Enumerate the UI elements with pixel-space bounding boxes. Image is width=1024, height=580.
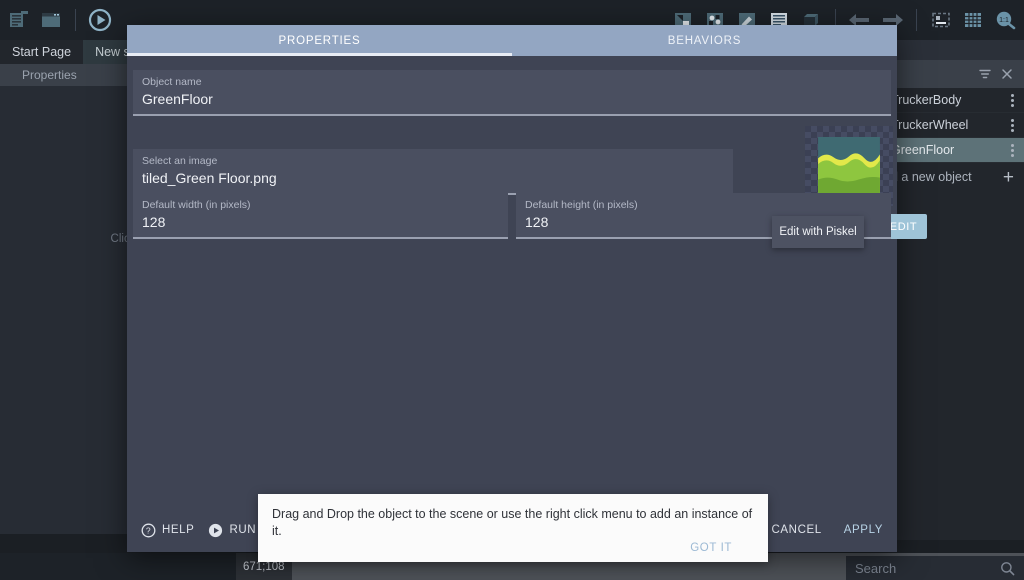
question-circle-icon: ?: [141, 523, 156, 538]
object-name-label: TruckerBody: [891, 93, 962, 107]
object-name-label: TruckerWheel: [891, 118, 969, 132]
svg-text:?: ?: [146, 525, 151, 535]
object-name-field[interactable]: Object name GreenFloor: [133, 70, 891, 116]
help-button[interactable]: ? HELP: [141, 523, 194, 538]
dialog-footer-actions: CANCEL APPLY: [772, 524, 884, 536]
toolbar-divider-3: [916, 9, 917, 31]
tab-properties[interactable]: PROPERTIES: [127, 25, 512, 56]
play-preview-icon[interactable]: [87, 7, 113, 33]
editor-tab-label: Start Page: [12, 45, 72, 59]
select-image-field[interactable]: Select an image tiled_Green Floor.png: [133, 149, 733, 195]
dialog-tab-bar: PROPERTIES BEHAVIORS: [127, 25, 897, 56]
object-name-label: Object name: [142, 76, 202, 88]
status-bar-left: [0, 553, 236, 580]
projects-icon[interactable]: [6, 7, 32, 33]
add-new-object-label: d a new object: [891, 170, 972, 184]
tab-behaviors-label: BEHAVIORS: [667, 34, 742, 47]
default-height-label: Default height (in pixels): [525, 199, 638, 211]
toolbar-divider: [75, 9, 76, 31]
add-new-object-button[interactable]: d a new object +: [885, 163, 1024, 191]
more-options-icon[interactable]: [1007, 93, 1018, 107]
scene-window-icon[interactable]: [38, 7, 64, 33]
svg-text:1:1: 1:1: [999, 17, 1009, 24]
zoom-to-fit-icon[interactable]: [928, 7, 954, 33]
plus-icon: +: [1002, 166, 1014, 188]
toolbar-left-group: [0, 7, 113, 33]
dialog-body: Object name GreenFloor Select an image t…: [127, 56, 927, 508]
object-list-item-truckerbody[interactable]: TruckerBody: [885, 88, 1024, 113]
tab-properties-label: PROPERTIES: [278, 34, 361, 47]
help-label: HELP: [162, 524, 195, 536]
select-image-label: Select an image: [142, 155, 218, 167]
object-name-label: GreenFloor: [891, 143, 955, 157]
tab-behaviors[interactable]: BEHAVIORS: [512, 25, 897, 56]
zoom-reset-icon[interactable]: 1:1: [992, 7, 1018, 33]
snackbar: Drag and Drop the object to the scene or…: [258, 494, 768, 562]
grid-icon[interactable]: [960, 7, 986, 33]
cancel-button[interactable]: CANCEL: [772, 524, 822, 536]
snackbar-got-it-button[interactable]: GOT IT: [690, 542, 754, 554]
properties-panel-title: Properties: [22, 68, 77, 82]
edit-with-piskel-tooltip: Edit with Piskel: [772, 216, 864, 248]
editor-tab-start-page[interactable]: Start Page: [0, 40, 84, 64]
snackbar-message: Drag and Drop the object to the scene or…: [272, 507, 753, 538]
objects-panel: s TruckerBody TruckerWheel GreenFloor: [885, 60, 1024, 540]
search-placeholder: Search: [855, 560, 897, 576]
search-input[interactable]: Search: [846, 556, 1024, 580]
more-options-icon[interactable]: [1007, 118, 1018, 132]
object-editor-dialog: PROPERTIES BEHAVIORS Object name GreenFl…: [127, 25, 927, 552]
filter-icon[interactable]: [974, 63, 996, 85]
object-list-item-greenfloor[interactable]: GreenFloor: [885, 138, 1024, 163]
select-image-value: tiled_Green Floor.png: [142, 170, 277, 186]
apply-button[interactable]: APPLY: [844, 524, 883, 536]
object-name-value: GreenFloor: [142, 91, 213, 107]
default-width-label: Default width (in pixels): [142, 199, 251, 211]
search-icon[interactable]: [1000, 561, 1015, 576]
play-circle-icon: [208, 523, 223, 538]
object-list-item-truckerwheel[interactable]: TruckerWheel: [885, 113, 1024, 138]
close-icon[interactable]: [996, 63, 1018, 85]
objects-panel-header: s: [885, 60, 1024, 88]
default-width-field[interactable]: Default width (in pixels) 128: [133, 193, 508, 239]
objects-panel-title: s: [891, 67, 974, 81]
default-width-value: 128: [142, 214, 166, 230]
edit-image-label: EDIT: [889, 220, 918, 233]
tiled-green-floor-preview: [818, 137, 880, 195]
more-options-icon[interactable]: [1007, 143, 1018, 157]
